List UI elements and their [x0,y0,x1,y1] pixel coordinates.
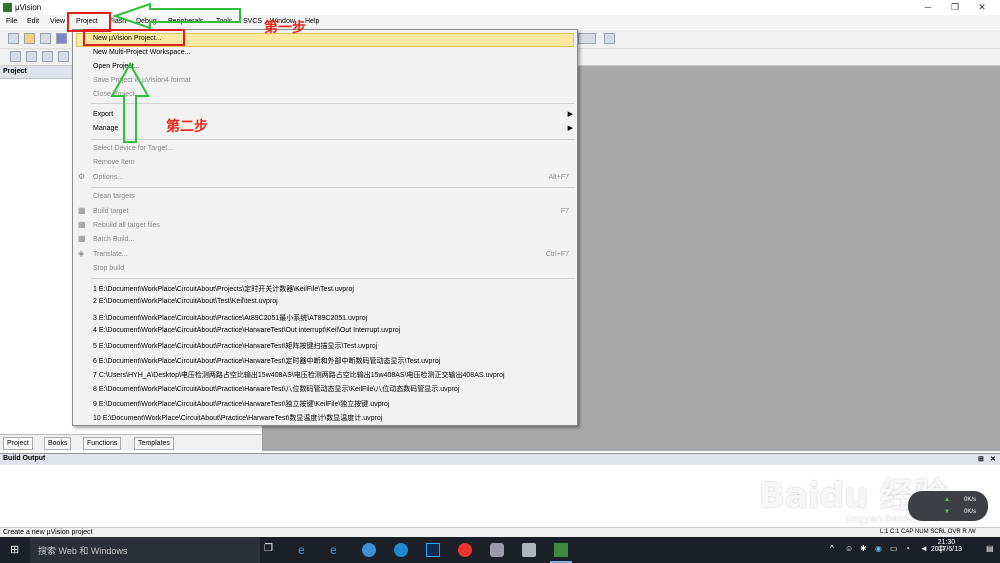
task-view-icon[interactable]: ❐ [264,543,278,557]
explorer-icon[interactable] [522,543,536,557]
app-icon[interactable] [490,543,504,557]
battery-icon[interactable]: ▭ [890,544,898,553]
tray-chevron-icon[interactable]: ^ [830,544,834,553]
keil-uvision-icon[interactable] [554,543,568,557]
clock-date: 2017/6/13 [930,546,962,553]
edge-icon[interactable]: e [298,543,312,557]
people-icon[interactable]: ☺ [845,544,853,553]
bluetooth-icon[interactable]: ✱ [860,544,867,553]
k-app-icon[interactable] [394,543,408,557]
shield-icon[interactable]: ◉ [875,544,882,553]
clock-time: 21:30 [937,539,956,546]
qq-icon[interactable] [458,543,472,557]
taskbar-clock[interactable]: 21:30 2017/6/13 [931,539,962,553]
step-two-arrow [110,61,150,143]
ie-icon[interactable]: e [330,543,344,557]
download-arrow-icon: ▼ [944,509,950,515]
photoshop-icon[interactable] [426,543,440,557]
notification-icon[interactable]: ▤ [986,544,994,553]
volume-icon[interactable]: ◄ [920,544,928,553]
network-speed-widget: ▲ 0K/s ▼ 0K/s [908,491,988,521]
taskbar: ⊞ 搜索 Web 和 Windows ❐ e e ^ ☺ ✱ ◉ ▭ ◔ ◄ 中… [0,537,1000,563]
wifi-icon[interactable]: ◔ [905,544,910,553]
upload-speed: 0K/s [964,497,977,503]
taskbar-search-placeholder: 搜索 Web 和 Windows [38,546,128,556]
taskbar-search[interactable]: 搜索 Web 和 Windows [30,537,260,563]
step-one-arrow [111,2,241,30]
browser-icon[interactable] [362,543,376,557]
download-speed: 0K/s [964,509,977,515]
windows-start-icon[interactable]: ⊞ [10,543,19,556]
upload-arrow-icon: ▲ [944,497,950,503]
